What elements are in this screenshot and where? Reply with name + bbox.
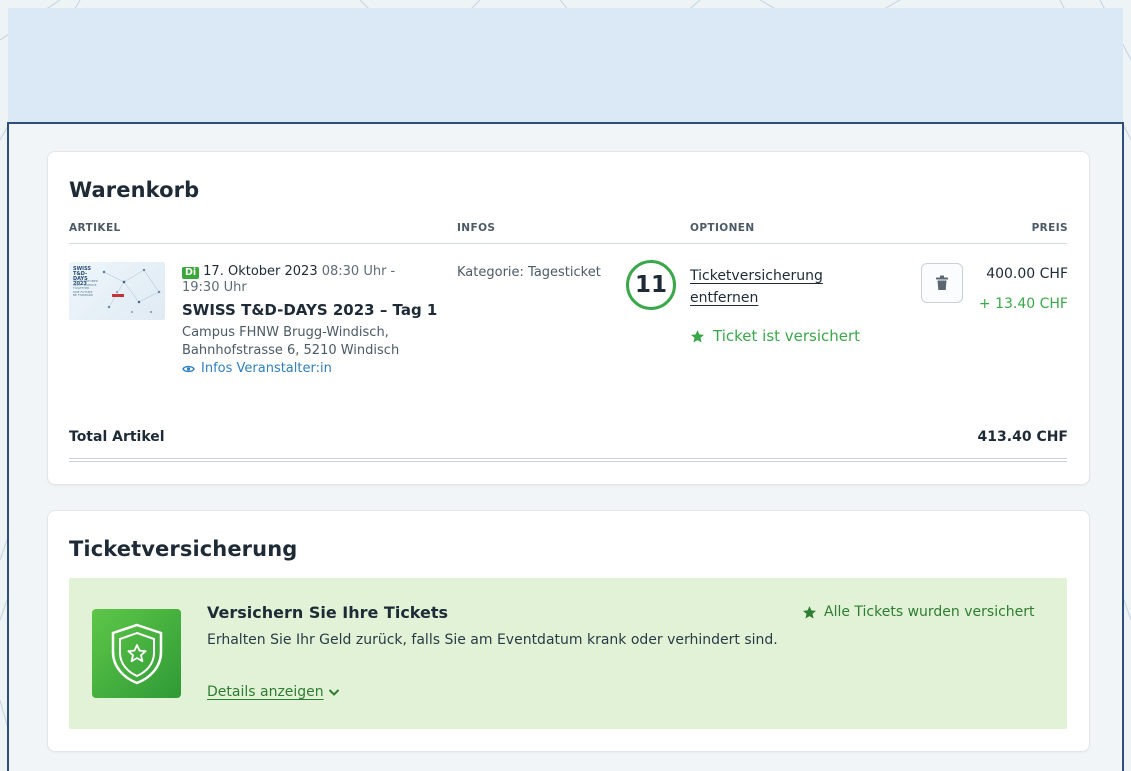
total-label: Total Artikel: [69, 429, 165, 445]
details-link-label: Details anzeigen: [207, 684, 324, 700]
insurance-description: Erhalten Sie Ihr Geld zurück, falls Sie …: [207, 632, 778, 648]
venue-line-2: Bahnhofstrasse 6, 5210 Windisch: [182, 343, 400, 358]
trash-icon: [936, 275, 948, 290]
star-icon: [691, 329, 704, 342]
remove-insurance-link[interactable]: Ticketversicherung entfernen: [690, 265, 890, 309]
shield-star-icon: [111, 623, 162, 684]
all-insured-label: Alle Tickets wurden versichert: [824, 604, 1035, 620]
insurance-price: + 13.40 CHF: [978, 296, 1068, 312]
insurance-panel: [69, 578, 1067, 729]
insured-status-label: Ticket ist versichert: [713, 327, 861, 345]
insurance-section-title: Ticketversicherung: [69, 537, 298, 561]
column-header-options: OPTIONEN: [690, 222, 755, 234]
column-header-article: ARTIKEL: [69, 222, 121, 234]
venue-line-1: Campus FHNW Brugg-Windisch,: [182, 325, 389, 340]
star-icon: [803, 605, 816, 618]
header-divider: [69, 243, 1067, 244]
event-start-time: 08:30 Uhr -: [321, 264, 396, 279]
event-date-text: 17. Oktober 2023: [203, 264, 318, 279]
organizer-info-link[interactable]: Infos Veranstalter:in: [182, 361, 332, 376]
top-banner: [8, 8, 1123, 126]
total-divider: [69, 458, 1067, 459]
insurance-shield-tile: [92, 609, 181, 698]
eye-icon: [182, 365, 195, 372]
column-header-infos: INFOS: [457, 222, 496, 234]
cart-title: Warenkorb: [69, 178, 200, 202]
all-insured-status: Alle Tickets wurden versichert: [802, 604, 1035, 620]
details-toggle-link[interactable]: Details anzeigen: [207, 684, 340, 700]
column-header-price: PREIS: [1031, 222, 1068, 234]
chevron-down-icon: [328, 688, 339, 696]
thumbnail-accent: [112, 294, 124, 297]
step-number-badge: 11: [626, 260, 676, 310]
event-title: SWISS T&D-DAYS 2023 – Tag 1: [182, 301, 438, 319]
insured-status: Ticket ist versichert: [690, 327, 860, 345]
thumbnail-subtitle: 24.-26.OKTOBER 2023 · SCIENCE TOGETHER ·…: [73, 279, 98, 297]
organizer-link-label: Infos Veranstalter:in: [201, 361, 332, 376]
insurance-headline: Versichern Sie Ihre Tickets: [207, 603, 449, 622]
network-graphic: [102, 268, 161, 314]
delete-item-button[interactable]: [921, 263, 963, 303]
total-divider-double: [69, 461, 1067, 462]
weekday-badge: Di: [182, 267, 200, 279]
event-venue: Campus FHNW Brugg-Windisch, Bahnhofstras…: [182, 324, 399, 360]
item-price: 400.00 CHF: [986, 266, 1068, 282]
event-thumbnail: SWISS T&D-DAYS 2023 24.-26.OKTOBER 2023 …: [69, 262, 165, 320]
event-end-time: 19:30 Uhr: [182, 280, 247, 295]
event-date: Di 17. Oktober 2023 08:30 Uhr - 19:30 Uhr: [182, 264, 422, 296]
total-value: 413.40 CHF: [977, 429, 1068, 445]
ticket-category: Kategorie: Tagesticket: [457, 265, 601, 280]
